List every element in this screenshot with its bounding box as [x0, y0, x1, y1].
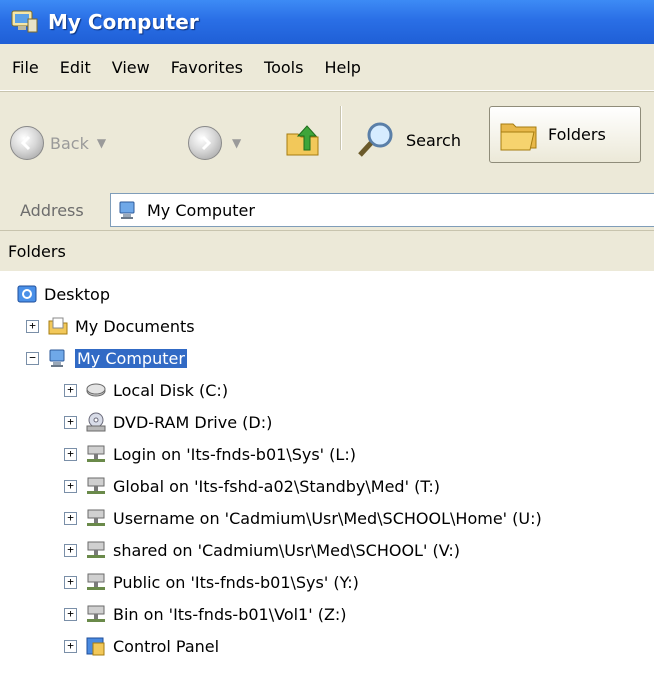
- up-folder-icon: [286, 125, 319, 156]
- tree-item-label: Local Disk (C:): [113, 380, 229, 400]
- tree-item-label: Login on 'Its-fnds-b01\Sys' (L:): [113, 444, 356, 464]
- tree-item-label: Global on 'Its-fshd-a02\Standby\Med' (T:…: [113, 476, 440, 496]
- tree-item-network-t[interactable]: + Global on 'Its-fshd-a02\Standby\Med' (…: [64, 472, 440, 500]
- tree-item-label: Control Panel: [113, 636, 220, 656]
- back-button[interactable]: Back ▼: [10, 126, 106, 160]
- expand-icon[interactable]: +: [64, 383, 77, 397]
- title-bar: My Computer: [0, 0, 654, 44]
- collapse-icon[interactable]: −: [26, 351, 39, 365]
- expand-icon[interactable]: +: [64, 479, 77, 493]
- menu-bar: File Edit View Favorites Tools Help: [0, 44, 654, 91]
- tree-item-label: My Documents: [75, 316, 195, 336]
- hard-disk-icon: [86, 383, 106, 397]
- network-drive-icon: [87, 573, 105, 590]
- tree-item-label: Username on 'Cadmium\Usr\Med\SCHOOL\Home…: [113, 508, 542, 528]
- network-drive-icon: [87, 509, 105, 526]
- tree-item-label: shared on 'Cadmium\Usr\Med\SCHOOL' (V:): [113, 540, 460, 560]
- menu-help[interactable]: Help: [324, 58, 360, 77]
- menu-edit[interactable]: Edit: [60, 58, 91, 77]
- forward-button[interactable]: ▼: [188, 126, 241, 160]
- dvd-drive-icon: [86, 412, 106, 432]
- menu-file[interactable]: File: [12, 58, 39, 77]
- tree-item-label: Bin on 'Its-fnds-b01\Vol1' (Z:): [113, 604, 347, 624]
- tree-item-desktop[interactable]: Desktop: [16, 280, 110, 308]
- search-label: Search: [406, 130, 461, 150]
- network-drive-icon: [87, 605, 105, 622]
- folders-label: Folders: [548, 125, 606, 144]
- expand-icon[interactable]: +: [64, 447, 77, 461]
- window-title: My Computer: [48, 10, 199, 34]
- my-computer-icon: [119, 201, 135, 219]
- expand-icon[interactable]: +: [64, 511, 77, 525]
- tree-item-network-u[interactable]: + Username on 'Cadmium\Usr\Med\SCHOOL\Ho…: [64, 504, 542, 532]
- address-bar: Address My Computer: [0, 190, 654, 231]
- tree-item-label: DVD-RAM Drive (D:): [113, 412, 273, 432]
- address-input[interactable]: My Computer: [110, 193, 654, 227]
- back-label: Back: [50, 133, 89, 153]
- toolbar: Back ▼ ▼ Search Folders: [0, 91, 654, 191]
- control-panel-icon: [86, 637, 105, 656]
- forward-dropdown-icon[interactable]: ▼: [232, 136, 241, 150]
- tree-item-network-y[interactable]: + Public on 'Its-fnds-b01\Sys' (Y:): [64, 568, 359, 596]
- expand-icon[interactable]: +: [64, 543, 77, 557]
- network-drive-icon: [87, 541, 105, 558]
- folders-pane-title: Folders: [8, 241, 66, 261]
- folder-tree: Desktop + My Documents − My Computer + L…: [0, 272, 654, 678]
- folders-pane-header: Folders: [0, 231, 654, 271]
- menu-view[interactable]: View: [112, 58, 150, 77]
- search-button[interactable]: Search: [356, 120, 461, 160]
- expand-icon[interactable]: +: [64, 639, 77, 653]
- tree-item-my-computer[interactable]: − My Computer: [26, 344, 187, 372]
- tree-item-network-v[interactable]: + shared on 'Cadmium\Usr\Med\SCHOOL' (V:…: [64, 536, 460, 564]
- folders-button[interactable]: Folders: [489, 106, 641, 163]
- folders-icon: [500, 123, 537, 150]
- forward-arrow-icon: [188, 126, 222, 160]
- tree-item-local-disk-c[interactable]: + Local Disk (C:): [64, 376, 228, 404]
- network-drive-icon: [87, 445, 105, 462]
- network-drive-icon: [87, 477, 105, 494]
- expand-icon[interactable]: +: [64, 575, 77, 589]
- back-arrow-icon: [10, 126, 44, 160]
- back-dropdown-icon[interactable]: ▼: [97, 136, 106, 150]
- expand-icon[interactable]: +: [26, 319, 39, 333]
- tree-item-label: Public on 'Its-fnds-b01\Sys' (Y:): [113, 572, 359, 592]
- my-computer-icon: [49, 349, 65, 367]
- tree-item-dvd-d[interactable]: + DVD-RAM Drive (D:): [64, 408, 272, 436]
- tree-item-control-panel[interactable]: + Control Panel: [64, 632, 219, 660]
- my-computer-icon: [10, 9, 40, 35]
- menu-favorites[interactable]: Favorites: [171, 58, 243, 77]
- address-value: My Computer: [147, 200, 255, 220]
- toolbar-separator: [340, 106, 342, 150]
- menu-tools[interactable]: Tools: [264, 58, 303, 77]
- tree-item-my-documents[interactable]: + My Documents: [26, 312, 195, 340]
- desktop-icon: [17, 285, 37, 303]
- tree-item-network-z[interactable]: + Bin on 'Its-fnds-b01\Vol1' (Z:): [64, 600, 347, 628]
- my-documents-icon: [48, 317, 68, 335]
- expand-icon[interactable]: +: [64, 415, 77, 429]
- tree-item-network-l[interactable]: + Login on 'Its-fnds-b01\Sys' (L:): [64, 440, 356, 468]
- up-folder-button[interactable]: [284, 122, 322, 160]
- search-icon: [358, 122, 393, 157]
- tree-item-label: My Computer: [75, 348, 187, 368]
- expand-icon[interactable]: +: [64, 607, 77, 621]
- address-label: Address: [20, 200, 84, 220]
- tree-item-label: Desktop: [44, 284, 110, 304]
